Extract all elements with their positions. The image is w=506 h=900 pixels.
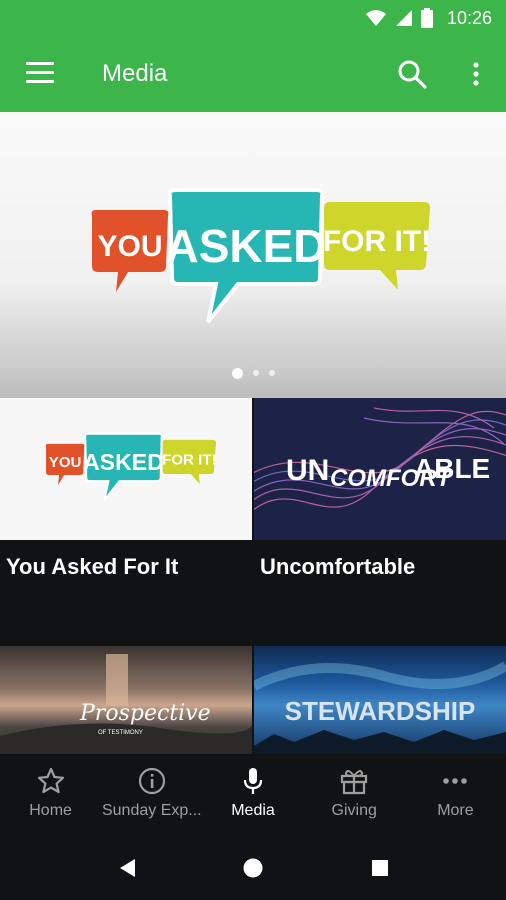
carousel-indicator <box>0 364 506 382</box>
media-card-stewardship[interactable]: STEWARDSHIP <box>254 646 506 754</box>
thumb-word-stewardship: STEWARDSHIP <box>285 696 476 726</box>
hero-word-asked: ASKED <box>165 220 326 272</box>
card-title: You Asked For It <box>6 554 179 579</box>
recents-icon[interactable] <box>366 854 394 882</box>
card-thumbnail: YOU ASKED FOR IT! <box>0 398 252 540</box>
media-card-you-asked-for-it[interactable]: YOU ASKED FOR IT! You Asked For It <box>0 398 252 644</box>
thumb-word-asked: ASKED <box>83 449 164 475</box>
media-card-uncomfortable[interactable]: UN COMFORT ABLE Uncomfortable <box>254 398 506 644</box>
system-navigation-bar <box>0 836 506 900</box>
thumb-word-you: YOU <box>49 454 82 471</box>
uncomfortable-thumbnail: UN COMFORT ABLE <box>254 407 506 511</box>
hero-banner[interactable]: YOU ASKED FOR IT! <box>0 112 506 398</box>
nav-sunday-experience[interactable]: Sunday Exp... <box>101 754 202 836</box>
you-asked-for-it-thumbnail: YOU ASKED FOR IT! <box>45 432 217 501</box>
nav-label: More <box>437 802 474 819</box>
info-icon <box>136 766 168 796</box>
nav-label: Home <box>29 802 72 819</box>
star-icon <box>35 766 67 796</box>
app-bar: Media <box>0 36 506 112</box>
gift-icon <box>338 766 370 796</box>
prospective-thumbnail: Prospective OF TESTIMONY <box>0 654 252 754</box>
nav-media[interactable]: Media <box>202 754 303 836</box>
nav-giving[interactable]: Giving <box>304 754 405 836</box>
status-time: 10:26 <box>446 7 492 28</box>
search-icon[interactable] <box>396 58 428 90</box>
card-title: Uncomfortable <box>260 554 416 579</box>
carousel-dot-3[interactable] <box>268 370 275 376</box>
menu-icon[interactable] <box>26 62 54 86</box>
cell-signal-icon <box>395 10 412 26</box>
home-circle-icon[interactable] <box>239 854 267 882</box>
wifi-icon <box>365 10 386 26</box>
card-thumbnail: UN COMFORT ABLE <box>254 398 506 540</box>
thumb-word-prospective: Prospective <box>79 701 211 726</box>
bottom-navigation: Home Sunday Exp... Media Giving More <box>0 754 506 836</box>
more-vertical-icon[interactable] <box>466 58 486 90</box>
hero-word-for-it: FOR IT! <box>323 225 431 258</box>
microphone-icon <box>237 766 269 796</box>
hero-word-you: YOU <box>97 230 162 263</box>
media-card-prospective[interactable]: Prospective OF TESTIMONY <box>0 646 252 754</box>
status-icons: 10:26 <box>365 7 492 29</box>
back-icon[interactable] <box>114 854 142 882</box>
card-thumbnail: Prospective OF TESTIMONY <box>0 646 252 754</box>
nav-more[interactable]: More <box>405 754 506 836</box>
carousel-dot-1[interactable] <box>231 367 243 379</box>
thumb-word-for-it: FOR IT! <box>162 451 216 468</box>
thumb-word-of-testimony: OF TESTIMONY <box>98 730 143 736</box>
card-thumbnail: STEWARDSHIP <box>254 646 506 754</box>
nav-label: Giving <box>331 802 377 819</box>
stewardship-thumbnail: STEWARDSHIP <box>254 661 506 754</box>
you-asked-for-it-artwork: YOU ASKED FOR IT! <box>91 188 431 324</box>
battery-icon <box>420 8 433 28</box>
thumb-word-able: ABLE <box>414 453 490 484</box>
more-horizontal-icon <box>439 766 471 796</box>
thumb-word-un: UN <box>286 454 329 487</box>
carousel-dot-2[interactable] <box>252 370 259 376</box>
page-title: Media <box>102 60 168 87</box>
nav-label: Media <box>231 802 275 819</box>
nav-home[interactable]: Home <box>0 754 101 836</box>
status-bar: 10:26 <box>0 0 506 36</box>
nav-label: Sunday Exp... <box>101 802 202 819</box>
